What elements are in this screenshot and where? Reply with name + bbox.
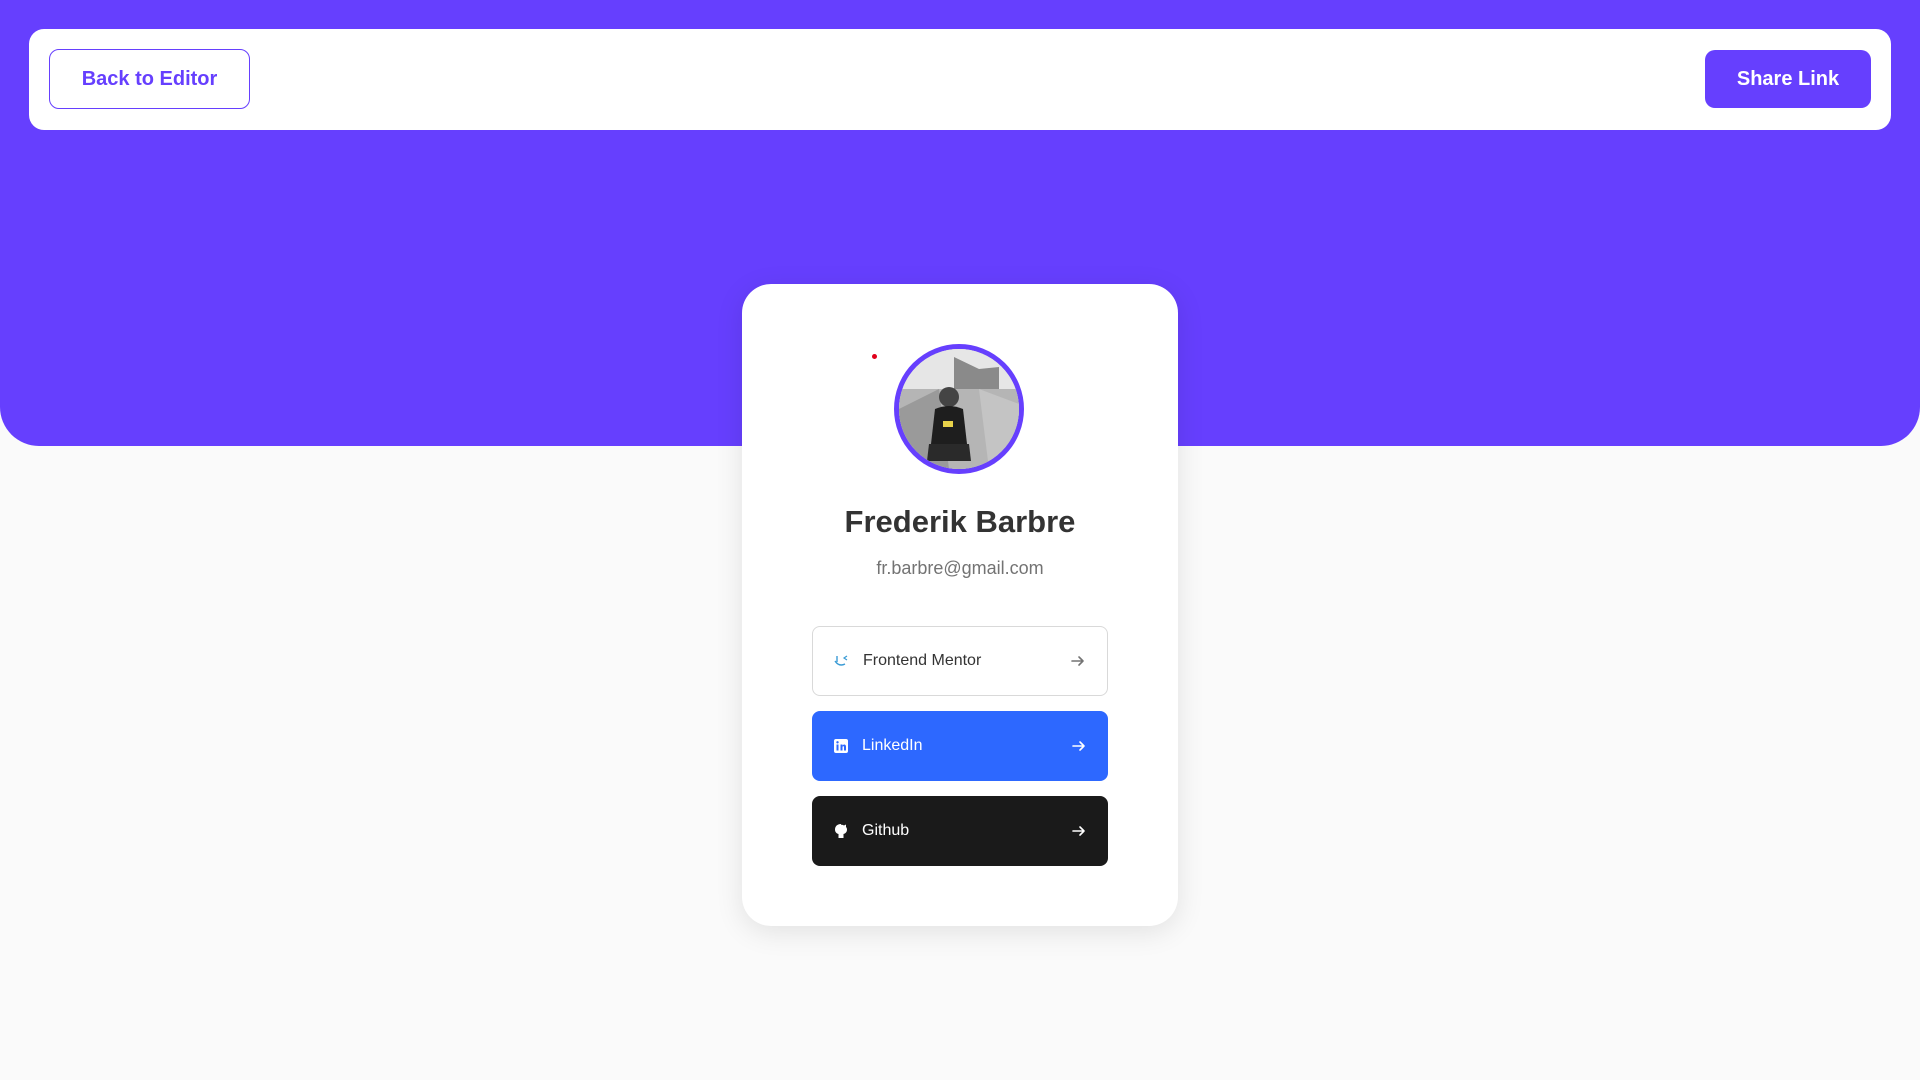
- arrow-right-icon: [1069, 652, 1087, 670]
- profile-email: fr.barbre@gmail.com: [876, 558, 1044, 578]
- link-linkedin[interactable]: LinkedIn: [812, 711, 1108, 781]
- profile-card: Frederik Barbre fr.barbre@gmail.com Fron…: [742, 284, 1178, 926]
- back-to-editor-button[interactable]: Back to Editor: [49, 49, 250, 109]
- frontend-mentor-icon: [833, 652, 851, 670]
- profile-name: Frederik Barbre: [844, 504, 1076, 539]
- arrow-right-icon: [1070, 822, 1088, 840]
- github-icon: [832, 822, 850, 840]
- avatar: [894, 344, 1024, 474]
- avatar-photo: [899, 349, 1019, 469]
- link-label: Github: [862, 822, 910, 839]
- share-link-button[interactable]: Share Link: [1705, 50, 1871, 108]
- link-github[interactable]: Github: [812, 796, 1108, 866]
- arrow-right-icon: [1070, 737, 1088, 755]
- link-label: LinkedIn: [862, 737, 923, 754]
- red-dot-marker: [872, 354, 877, 359]
- link-frontend-mentor[interactable]: Frontend Mentor: [812, 626, 1108, 696]
- linkedin-icon: [832, 737, 850, 755]
- link-label: Frontend Mentor: [863, 652, 982, 669]
- top-navbar: Back to Editor Share Link: [29, 29, 1891, 130]
